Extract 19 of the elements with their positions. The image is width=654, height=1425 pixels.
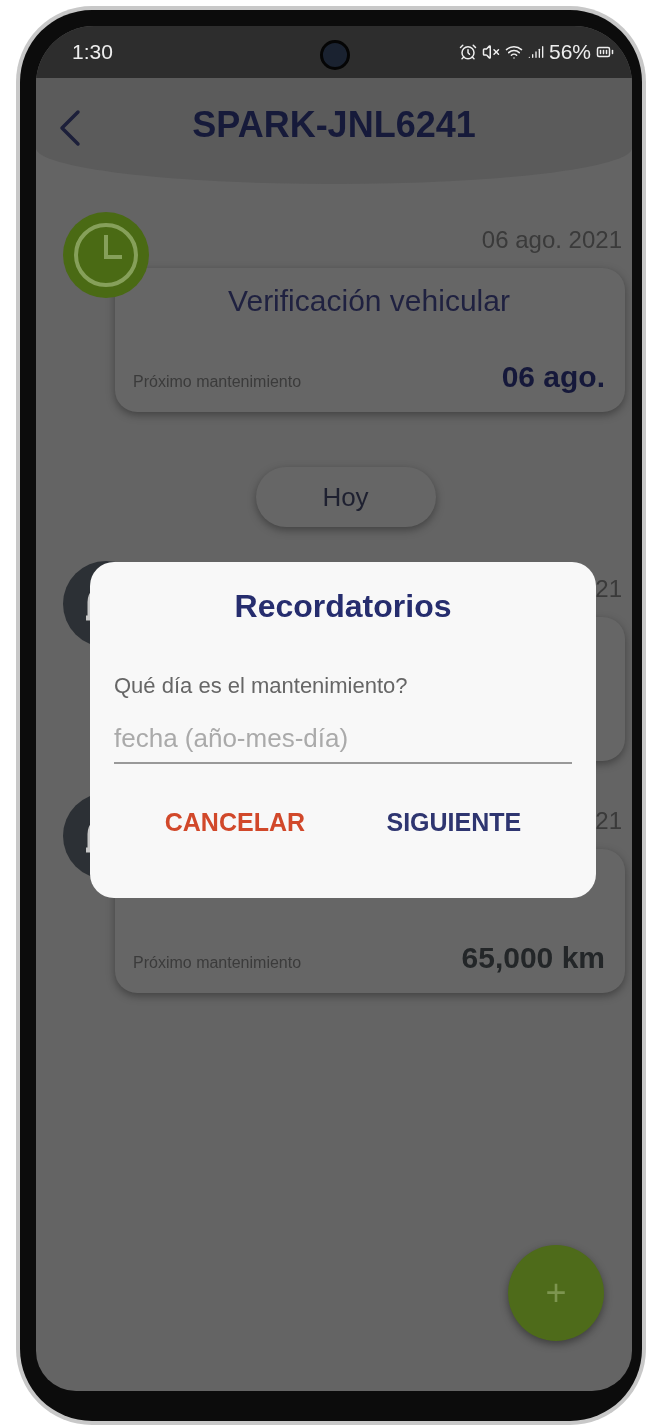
signal-icon <box>527 44 544 60</box>
card-value: 06 ago. <box>501 360 605 394</box>
dialog-title: Recordatorios <box>233 588 453 625</box>
today-chip: Hoy <box>255 467 436 527</box>
add-button[interactable]: + <box>508 1245 604 1341</box>
date-input[interactable]: fecha (año-mes-día) <box>114 723 572 764</box>
camera-icon <box>320 40 350 70</box>
page-title: SPARK-JNL6241 <box>192 104 476 146</box>
battery-percent: 56% <box>548 40 591 64</box>
card-value: 65,000 km <box>461 941 605 975</box>
card-title: Verificación vehicular <box>227 284 511 319</box>
next-button[interactable]: SIGUIENTE <box>378 804 530 841</box>
clock-icon <box>72 221 140 289</box>
wifi-icon <box>504 43 523 61</box>
cancel-button[interactable]: CANCELAR <box>156 804 313 841</box>
alarm-icon <box>458 43 477 61</box>
mute-icon <box>481 43 500 61</box>
status-time: 1:30 <box>72 40 113 64</box>
dialog-question: Qué día es el mantenimiento? <box>114 673 409 699</box>
